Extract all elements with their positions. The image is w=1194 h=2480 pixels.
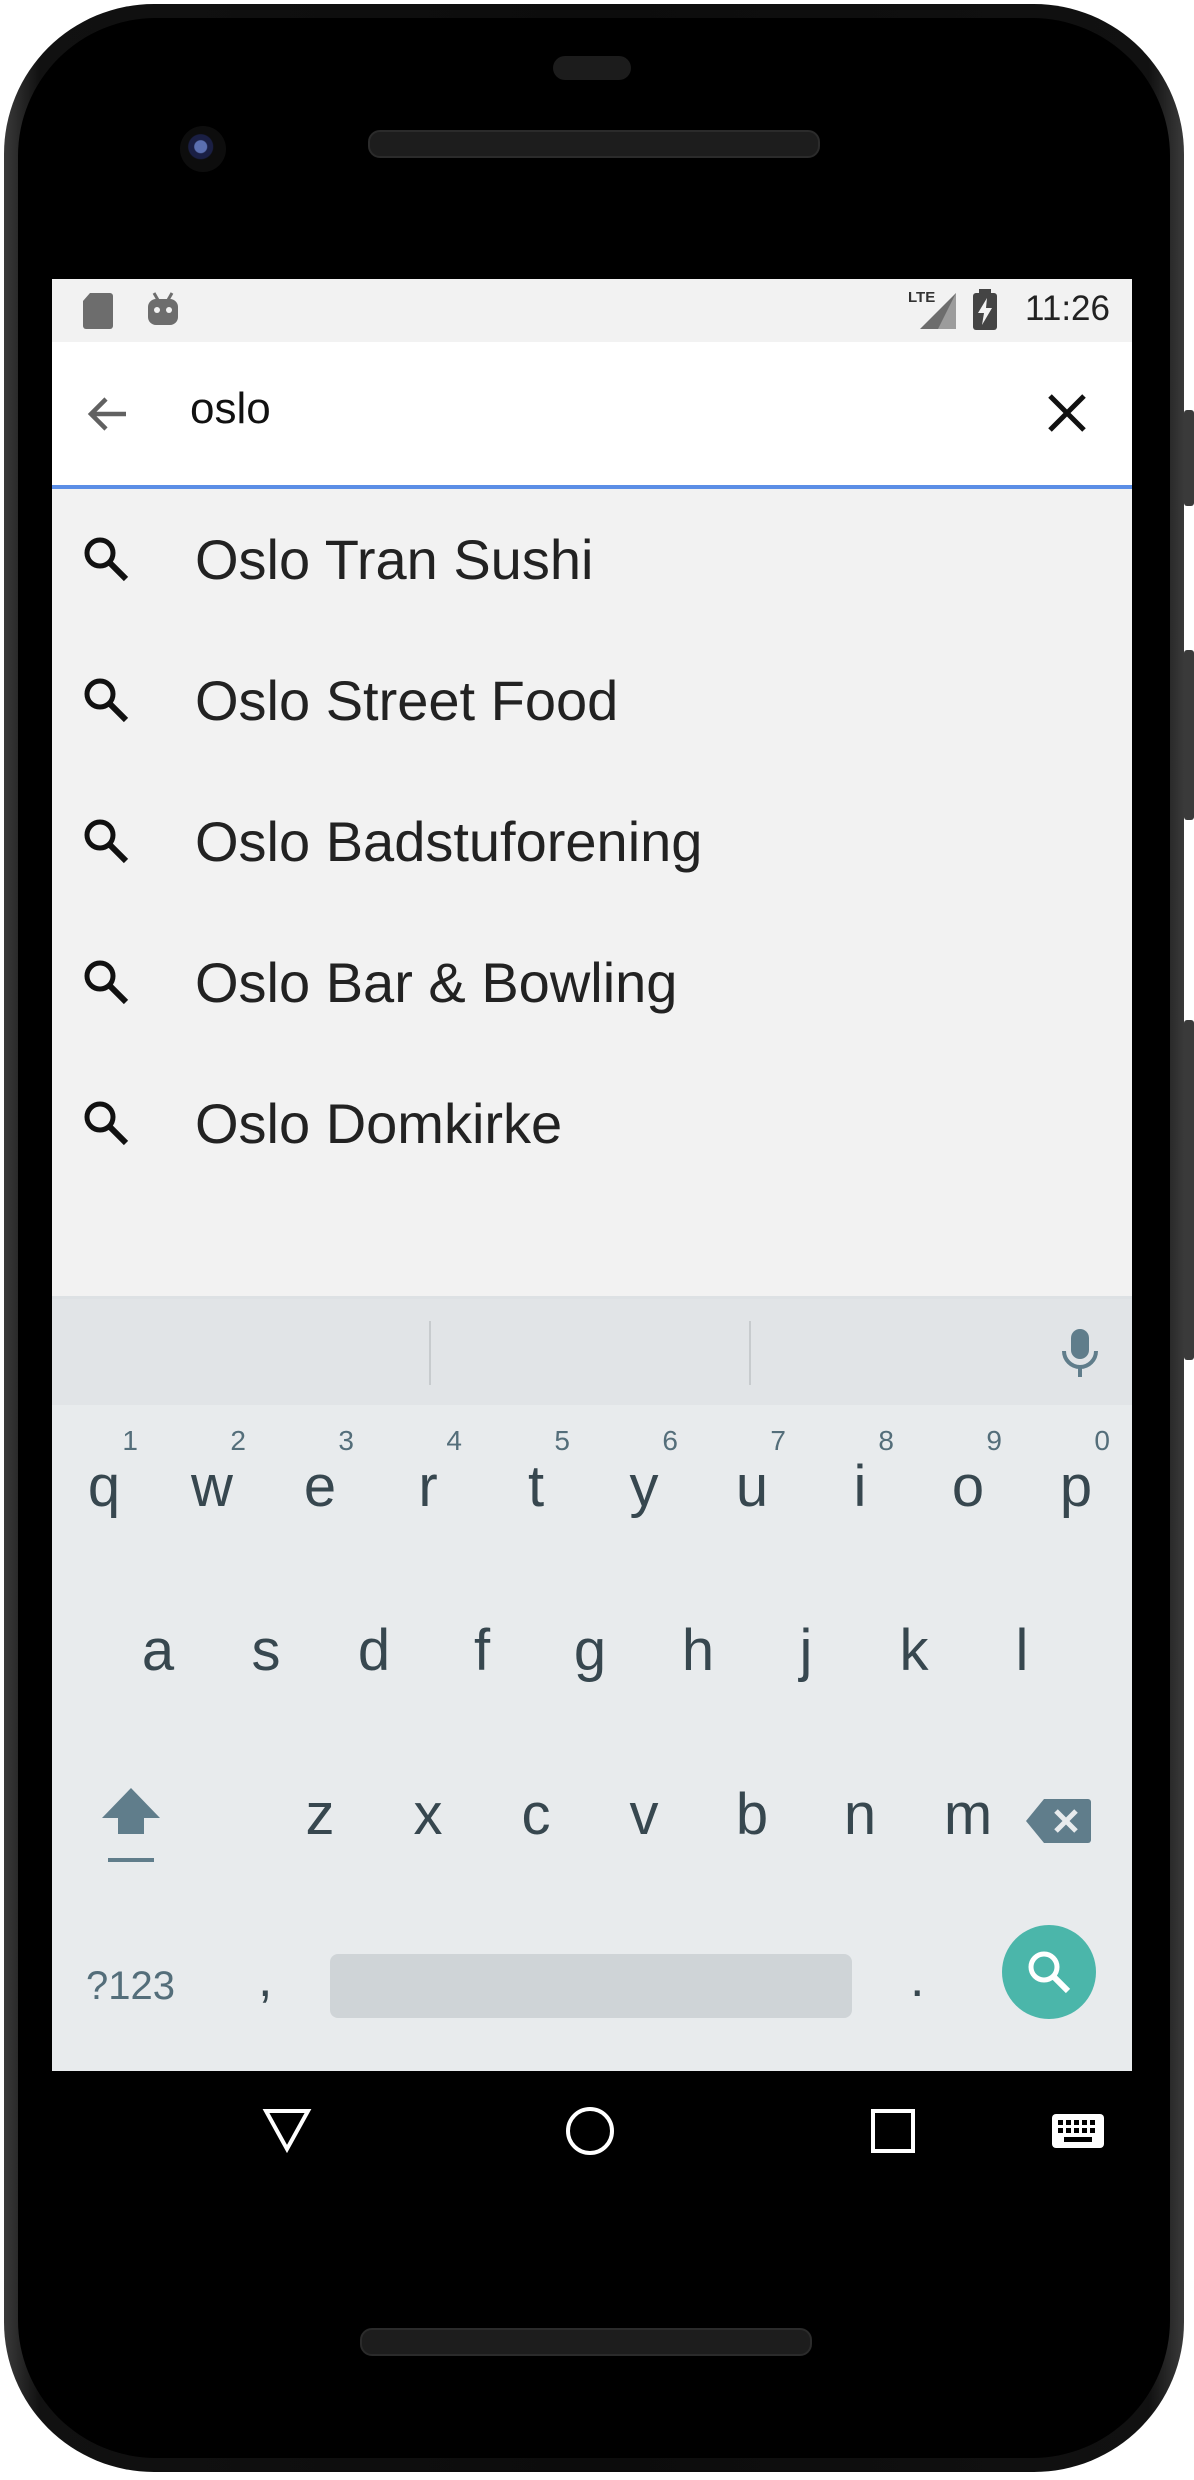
search-icon	[84, 678, 129, 723]
battery-charging-icon	[973, 289, 997, 330]
key-f[interactable]: f	[430, 1573, 534, 1723]
screen: LTE 11:26 oslo Oslo Tran Sushi Oslo Stre…	[52, 279, 1132, 2071]
space-key[interactable]	[330, 1954, 852, 2018]
top-speaker	[368, 130, 820, 158]
close-icon[interactable]	[1042, 388, 1092, 438]
key-s[interactable]: s	[214, 1573, 318, 1723]
key-a[interactable]: a	[106, 1573, 210, 1723]
suggestion-item[interactable]: Oslo Tran Sushi	[52, 489, 1132, 630]
key-c[interactable]: c	[484, 1737, 588, 1887]
search-icon	[84, 537, 129, 582]
power-button	[1184, 410, 1194, 506]
android-icon	[148, 292, 178, 325]
symbols-key[interactable]: ?123	[86, 1964, 175, 2009]
key-b[interactable]: b	[700, 1737, 804, 1887]
phone-frame: LTE 11:26 oslo Oslo Tran Sushi Oslo Stre…	[0, 0, 1194, 2480]
suggestion-label: Oslo Tran Sushi	[195, 528, 594, 591]
suggestion-label: Oslo Bar & Bowling	[195, 951, 678, 1014]
suggestion-item[interactable]: Oslo Street Food	[52, 630, 1132, 771]
search-input[interactable]: oslo	[190, 384, 271, 434]
back-arrow-icon[interactable]	[80, 386, 136, 442]
volume-button	[1184, 650, 1194, 820]
mic-icon[interactable]	[1060, 1327, 1100, 1379]
status-bar: LTE 11:26	[52, 279, 1132, 342]
key-y[interactable]: 6y	[592, 1409, 696, 1559]
key-l[interactable]: l	[970, 1573, 1074, 1723]
nav-recents-icon[interactable]	[870, 2108, 916, 2154]
earpiece-notch	[553, 56, 631, 80]
suggestion-label: Oslo Street Food	[195, 669, 619, 732]
search-icon	[84, 819, 129, 864]
lte-signal-icon: LTE	[908, 289, 958, 331]
key-v[interactable]: v	[592, 1737, 696, 1887]
bottom-speaker	[360, 2328, 812, 2356]
key-h[interactable]: h	[646, 1573, 750, 1723]
key-z[interactable]: z	[268, 1737, 372, 1887]
suggestion-label: Oslo Domkirke	[195, 1092, 563, 1155]
suggestion-item[interactable]: Oslo Bar & Bowling	[52, 912, 1132, 1053]
shift-icon[interactable]	[96, 1784, 166, 1864]
keyboard-search-button[interactable]	[1002, 1925, 1096, 2019]
key-m[interactable]: m	[916, 1737, 1020, 1887]
key-r[interactable]: 4r	[376, 1409, 480, 1559]
search-icon	[84, 960, 129, 1005]
key-t[interactable]: 5t	[484, 1409, 588, 1559]
search-icon	[84, 1101, 129, 1146]
suggestion-strip	[52, 1299, 1132, 1405]
key-w[interactable]: 2w	[160, 1409, 264, 1559]
key-d[interactable]: d	[322, 1573, 426, 1723]
period-key[interactable]: .	[910, 1949, 924, 2009]
navigation-bar	[52, 2071, 1132, 2201]
front-camera	[180, 126, 226, 172]
sd-card-icon	[83, 293, 113, 329]
key-u[interactable]: 7u	[700, 1409, 804, 1559]
strip-divider	[749, 1321, 751, 1385]
soft-keyboard: 1q 2w 3e 4r 5t 6y 7u 8i 9o 0p a s d f g …	[52, 1296, 1132, 2071]
strip-divider	[429, 1321, 431, 1385]
key-n[interactable]: n	[808, 1737, 912, 1887]
key-i[interactable]: 8i	[808, 1409, 912, 1559]
backspace-icon[interactable]	[1024, 1797, 1092, 1845]
search-bar: oslo	[52, 342, 1132, 489]
suggestion-item[interactable]: Oslo Badstuforening	[52, 771, 1132, 912]
key-k[interactable]: k	[862, 1573, 966, 1723]
suggestion-item[interactable]: Oslo Domkirke	[52, 1053, 1132, 1194]
key-q[interactable]: 1q	[52, 1409, 156, 1559]
key-g[interactable]: g	[538, 1573, 642, 1723]
suggestion-label: Oslo Badstuforening	[195, 810, 703, 873]
key-j[interactable]: j	[754, 1573, 858, 1723]
search-icon	[1028, 1951, 1071, 1994]
status-time: 11:26	[1025, 289, 1110, 328]
key-o[interactable]: 9o	[916, 1409, 1020, 1559]
volume-rocker	[1184, 1020, 1194, 1360]
comma-key[interactable]: ,	[258, 1949, 272, 2009]
key-p[interactable]: 0p	[1024, 1409, 1128, 1559]
key-x[interactable]: x	[376, 1737, 480, 1887]
keyboard-icon[interactable]	[1051, 2113, 1105, 2149]
nav-back-icon[interactable]	[262, 2107, 312, 2153]
key-e[interactable]: 3e	[268, 1409, 372, 1559]
nav-home-icon[interactable]	[564, 2105, 616, 2157]
